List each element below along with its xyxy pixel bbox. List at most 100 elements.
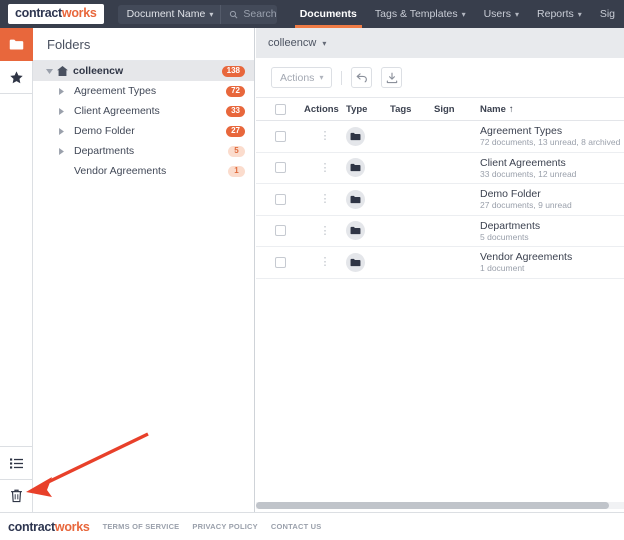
column-header-sign[interactable]: Sign [434, 104, 480, 115]
row-actions-menu-icon[interactable]: ⋮ [304, 131, 346, 142]
left-icon-rail [0, 28, 33, 512]
table-row[interactable]: ⋮ Agreement Types 72 documents, 13 unrea… [256, 121, 624, 153]
row-type-cell [346, 158, 390, 178]
row-name: Client Agreements [480, 156, 566, 169]
app-logo[interactable]: contractworks [8, 4, 104, 24]
actions-button[interactable]: Actions ▾ [271, 67, 333, 88]
row-name-cell[interactable]: Departments 5 documents [480, 220, 624, 242]
footer-link-terms[interactable]: TERMS OF SERVICE [103, 522, 180, 531]
rail-item-list[interactable] [0, 446, 33, 479]
search-scope-selector[interactable]: Document Name ▾ [118, 8, 221, 20]
footer-logo-primary: contract [8, 519, 55, 534]
folder-tree-item-departments[interactable]: Departments 5 [33, 141, 254, 161]
nav-item-tags-templates[interactable]: Tags & Templates ▾ [366, 0, 475, 28]
row-actions-menu-icon[interactable]: ⋮ [304, 257, 346, 268]
folder-tree-item-demo-folder[interactable]: Demo Folder 27 [33, 121, 254, 141]
download-icon [386, 72, 398, 83]
twisty-right-icon[interactable] [55, 107, 68, 115]
column-header-name[interactable]: Name ↑ [480, 104, 624, 115]
nav-item-reports[interactable]: Reports ▾ [528, 0, 591, 28]
nav-item-sign[interactable]: Sig [591, 0, 624, 28]
table-row[interactable]: ⋮ Vendor Agreements 1 document [256, 247, 624, 279]
folder-icon [346, 189, 365, 209]
table-row[interactable]: ⋮ Client Agreements 33 documents, 12 unr… [256, 153, 624, 184]
search-icon [230, 10, 238, 18]
row-checkbox[interactable] [256, 193, 304, 205]
column-header-tags[interactable]: Tags [390, 104, 434, 115]
twisty-right-icon[interactable] [55, 127, 68, 135]
row-name: Departments [480, 219, 541, 232]
search-input[interactable]: Search [221, 8, 277, 20]
table-row[interactable]: ⋮ Demo Folder 27 documents, 9 unread [256, 184, 624, 216]
twisty-right-icon[interactable] [55, 87, 68, 95]
folder-tree-item-agreement-types[interactable]: Agreement Types 72 [33, 81, 254, 101]
horizontal-scrollbar[interactable] [256, 502, 624, 509]
rail-item-favorites[interactable] [0, 61, 33, 94]
folder-count-badge: 72 [226, 85, 245, 97]
nav-item-users[interactable]: Users ▾ [475, 0, 528, 28]
folder-tree-item-vendor-agreements[interactable]: Vendor Agreements 1 [33, 161, 254, 181]
footer-link-privacy[interactable]: PRIVACY POLICY [192, 522, 257, 531]
row-actions-menu-icon[interactable]: ⋮ [304, 162, 346, 173]
chevron-down-icon: ▾ [319, 73, 324, 82]
row-name: Agreement Types [480, 125, 563, 138]
twisty-down-icon[interactable] [43, 68, 56, 74]
folder-icon [346, 126, 365, 146]
list-icon [10, 457, 23, 469]
folder-count-badge: 27 [226, 125, 245, 137]
star-icon [10, 70, 23, 83]
footer-logo: contractworks [8, 520, 90, 534]
app-root: contractworks Document Name ▾ Search Doc… [0, 0, 624, 540]
download-button[interactable] [381, 67, 403, 88]
folder-count-badge: 1 [228, 165, 245, 177]
folder-tree-item-colleencw[interactable]: colleencw 138 [33, 61, 254, 81]
chevron-down-icon: ▾ [577, 9, 582, 19]
row-meta: 1 document [480, 263, 525, 274]
row-name-cell[interactable]: Client Agreements 33 documents, 12 unrea… [480, 157, 624, 179]
column-header-name-label: Name [480, 103, 506, 115]
row-type-cell [346, 252, 390, 272]
folder-label: Demo Folder [74, 125, 135, 137]
rail-item-folders[interactable] [0, 28, 33, 61]
breadcrumb-label: colleencw [268, 37, 317, 49]
row-name: Vendor Agreements [480, 251, 573, 264]
column-header-type[interactable]: Type [346, 104, 390, 115]
row-actions-menu-icon[interactable]: ⋮ [304, 194, 346, 205]
row-name-cell[interactable]: Agreement Types 72 documents, 13 unread,… [480, 125, 624, 147]
left-rail-bottom-group [0, 446, 33, 512]
breadcrumb[interactable]: colleencw ▾ [256, 28, 624, 58]
row-meta: 72 documents, 13 unread, 8 archived [480, 137, 621, 148]
row-checkbox[interactable] [256, 130, 304, 142]
column-header-actions[interactable]: Actions [304, 104, 346, 115]
undo-button[interactable] [351, 67, 373, 88]
row-checkbox[interactable] [256, 256, 304, 268]
row-actions-menu-icon[interactable]: ⋮ [304, 225, 346, 236]
row-name-cell[interactable]: Vendor Agreements 1 document [480, 251, 624, 273]
nav-item-documents[interactable]: Documents [291, 0, 366, 28]
rail-item-trash[interactable] [0, 479, 33, 512]
chevron-down-icon[interactable]: ▾ [322, 39, 326, 48]
footer-link-contact[interactable]: CONTACT US [271, 522, 322, 531]
folder-icon [346, 221, 365, 241]
table-row[interactable]: ⋮ Departments 5 documents [256, 216, 624, 247]
row-meta: 5 documents [480, 231, 529, 242]
footer-logo-secondary: works [54, 519, 90, 534]
row-name: Demo Folder [480, 188, 541, 201]
logo-text-primary: contract [15, 6, 62, 21]
folder-tree-item-client-agreements[interactable]: Client Agreements 33 [33, 101, 254, 121]
row-checkbox[interactable] [256, 162, 304, 174]
row-meta: 27 documents, 9 unread [480, 200, 572, 211]
nav-label-reports: Reports [537, 8, 574, 20]
chevron-down-icon: ▾ [515, 9, 520, 19]
logo-text-secondary: works [61, 6, 97, 21]
select-all-checkbox[interactable] [256, 103, 304, 115]
row-name-cell[interactable]: Demo Folder 27 documents, 9 unread [480, 188, 624, 210]
row-checkbox[interactable] [256, 225, 304, 237]
twisty-right-icon[interactable] [55, 147, 68, 155]
folders-panel-title: Folders [33, 28, 254, 61]
main-nav-links: Documents Tags & Templates ▾ Users ▾ Rep… [291, 0, 624, 28]
undo-arrow-icon [356, 73, 367, 83]
nav-label-users: Users [483, 8, 512, 20]
search-bar[interactable]: Document Name ▾ Search [117, 4, 277, 24]
top-navigation-bar: contractworks Document Name ▾ Search Doc… [0, 0, 624, 28]
